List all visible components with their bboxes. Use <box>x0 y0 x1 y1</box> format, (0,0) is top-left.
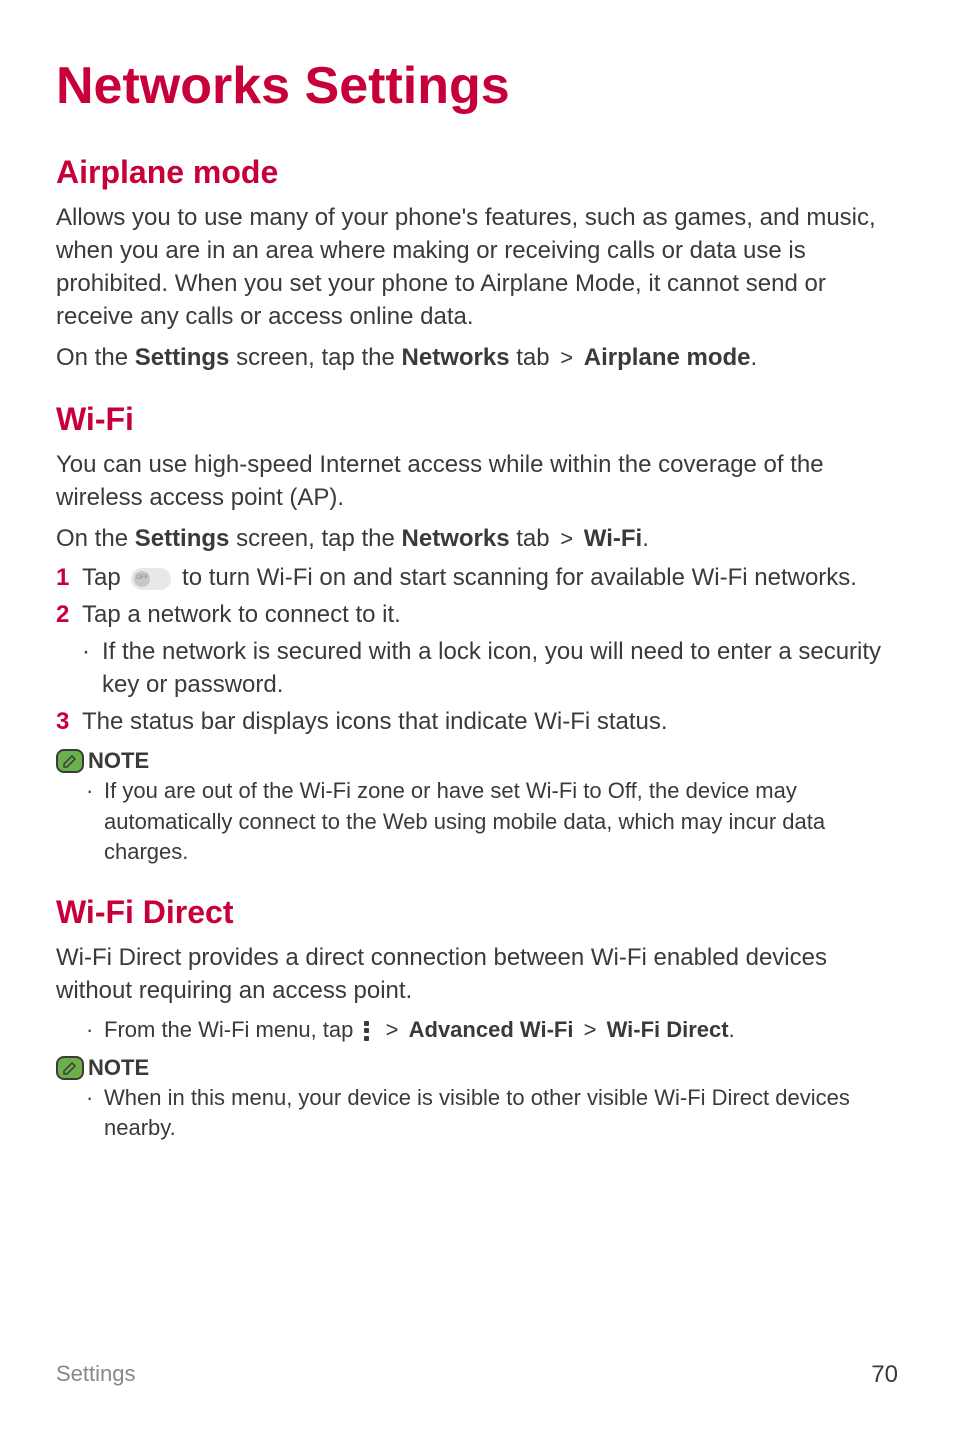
note-text: When in this menu, your device is visibl… <box>104 1083 898 1144</box>
text-fragment: . <box>729 1017 735 1042</box>
bullet-dot: · <box>86 1083 104 1113</box>
note-bullet: · When in this menu, your device is visi… <box>56 1083 898 1144</box>
wifi-heading: Wi-Fi <box>56 401 898 438</box>
text-fragment: . <box>751 344 758 371</box>
text-fragment: tab <box>510 525 557 552</box>
wifi-note: NOTE · If you are out of the Wi-Fi zone … <box>56 748 898 867</box>
step-2-sub: · If the network is secured with a lock … <box>56 635 898 701</box>
wifi-steps: 1 Tap to turn Wi-Fi on and start scannin… <box>56 561 898 739</box>
note-bullet: · If you are out of the Wi-Fi zone or ha… <box>56 776 898 867</box>
chevron-icon: > <box>560 524 573 554</box>
bullet-dot: · <box>82 635 102 668</box>
text-fragment: From the Wi-Fi menu, tap <box>104 1017 360 1042</box>
toggle-off-icon <box>131 568 171 590</box>
wifi-body: You can use high-speed Internet access w… <box>56 448 898 514</box>
footer-section: Settings <box>56 1361 136 1389</box>
networks-label: Networks <box>402 344 510 371</box>
note-pencil-icon <box>56 1056 84 1080</box>
instruction-body: From the Wi-Fi menu, tap > Advanced Wi-F… <box>104 1015 898 1045</box>
text-fragment: to turn Wi-Fi on and start scanning for … <box>175 564 857 591</box>
note-label: NOTE <box>88 1055 149 1081</box>
text-fragment: On the <box>56 344 135 371</box>
page-number: 70 <box>871 1361 898 1389</box>
chevron-icon: > <box>584 1015 597 1045</box>
chevron-icon: > <box>386 1015 399 1045</box>
wifi-direct-note: NOTE · When in this menu, your device is… <box>56 1055 898 1144</box>
airplane-mode-heading: Airplane mode <box>56 154 898 191</box>
step-3: 3 The status bar displays icons that ind… <box>56 705 898 738</box>
page-footer: Settings 70 <box>56 1361 898 1389</box>
wifi-direct-heading: Wi-Fi Direct <box>56 894 898 931</box>
step-2: 2 Tap a network to connect to it. <box>56 598 898 631</box>
note-text: If you are out of the Wi-Fi zone or have… <box>104 776 898 867</box>
settings-label: Settings <box>135 344 230 371</box>
sub-body: If the network is secured with a lock ic… <box>102 635 898 701</box>
networks-label: Networks <box>402 525 510 552</box>
text-fragment: On the <box>56 525 135 552</box>
airplane-mode-body: Allows you to use many of your phone's f… <box>56 201 898 333</box>
settings-label: Settings <box>135 525 230 552</box>
wifi-direct-body: Wi-Fi Direct provides a direct connectio… <box>56 941 898 1007</box>
note-header: NOTE <box>56 748 898 774</box>
wifi-direct-instruction: · From the Wi-Fi menu, tap > Advanced Wi… <box>56 1015 898 1045</box>
note-pencil-icon <box>56 749 84 773</box>
airplane-mode-instruction: On the Settings screen, tap the Networks… <box>56 341 898 374</box>
advanced-wifi-label: Advanced Wi-Fi <box>409 1017 574 1042</box>
step-number: 1 <box>56 561 82 594</box>
bullet-dot: · <box>86 776 104 806</box>
bullet-dot: · <box>86 1015 104 1045</box>
step-number: 3 <box>56 705 82 738</box>
page-title: Networks Settings <box>56 56 898 116</box>
step-body: Tap to turn Wi-Fi on and start scanning … <box>82 561 898 594</box>
airplane-mode-target: Airplane mode <box>584 344 751 371</box>
menu-dots-icon <box>364 1021 372 1041</box>
text-fragment: Tap <box>82 564 127 591</box>
chevron-icon: > <box>560 343 573 373</box>
text-fragment: screen, tap the <box>229 525 401 552</box>
text-fragment: tab <box>510 344 557 371</box>
step-body: The status bar displays icons that indic… <box>82 705 898 738</box>
text-fragment: . <box>642 525 649 552</box>
step-1: 1 Tap to turn Wi-Fi on and start scannin… <box>56 561 898 594</box>
step-number: 2 <box>56 598 82 631</box>
text-fragment: screen, tap the <box>229 344 401 371</box>
wifi-direct-target: Wi-Fi Direct <box>607 1017 729 1042</box>
note-label: NOTE <box>88 748 149 774</box>
note-header: NOTE <box>56 1055 898 1081</box>
step-body: Tap a network to connect to it. <box>82 598 898 631</box>
wifi-instruction: On the Settings screen, tap the Networks… <box>56 522 898 555</box>
wifi-target: Wi-Fi <box>584 525 642 552</box>
